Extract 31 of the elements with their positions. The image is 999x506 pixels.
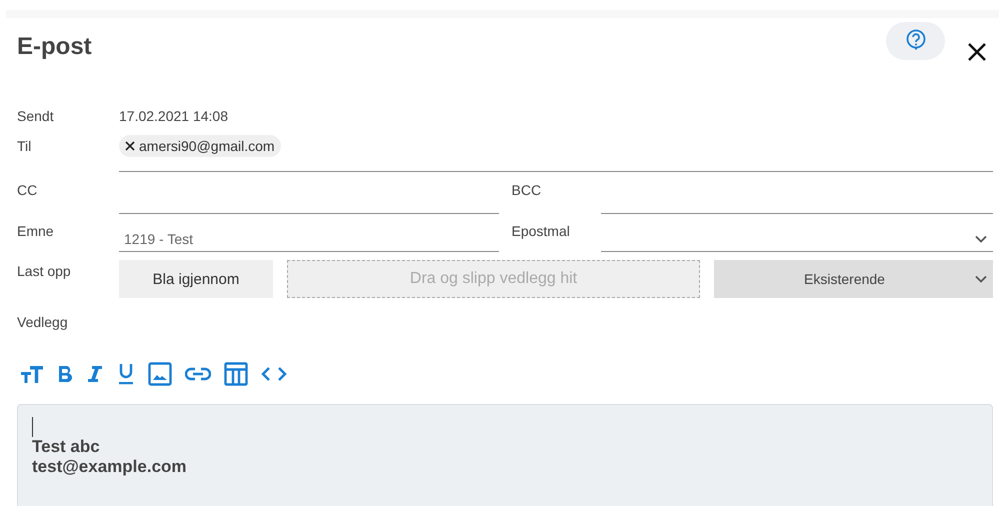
- bold-icon[interactable]: [57, 364, 73, 384]
- chevron-down-icon: [975, 275, 987, 283]
- message-text-line: Test abc: [32, 437, 101, 457]
- field-label: Epostmal: [512, 222, 571, 241]
- recipient-field[interactable]: amersi90@gmail.com: [119, 138, 993, 172]
- chevron-down-icon: [975, 235, 987, 243]
- table-icon[interactable]: [224, 362, 248, 386]
- existing-select[interactable]: Eksisterende: [714, 260, 993, 298]
- recipient-chip[interactable]: amersi90@gmail.com: [119, 135, 281, 157]
- italic-icon[interactable]: [86, 364, 104, 384]
- help-button[interactable]: [886, 22, 945, 60]
- text-size-icon[interactable]: [20, 364, 44, 384]
- browse-button[interactable]: Bla igjennom: [119, 260, 273, 298]
- message-editor[interactable]: Test abc test@example.com: [17, 404, 993, 506]
- link-icon[interactable]: [185, 367, 211, 381]
- field-label: Sendt: [17, 108, 55, 124]
- image-icon[interactable]: [148, 362, 172, 386]
- field-label: Last opp: [17, 262, 72, 279]
- underline-icon[interactable]: [117, 363, 135, 385]
- code-icon[interactable]: [261, 366, 287, 382]
- message-text-line: test@example.com: [32, 457, 188, 477]
- remove-icon[interactable]: [125, 141, 135, 151]
- subject-field[interactable]: 1219 - Test: [119, 214, 498, 252]
- field-label: Emne: [17, 222, 55, 241]
- field-label: CC: [17, 182, 38, 200]
- field-label: Til: [17, 138, 32, 154]
- field-label: BCC: [512, 182, 542, 200]
- help-icon: [904, 29, 926, 53]
- field-label: Vedlegg: [17, 314, 69, 330]
- dialog-title: E-post: [17, 32, 93, 61]
- sent-date: 17.02.2021 14:08: [119, 108, 228, 124]
